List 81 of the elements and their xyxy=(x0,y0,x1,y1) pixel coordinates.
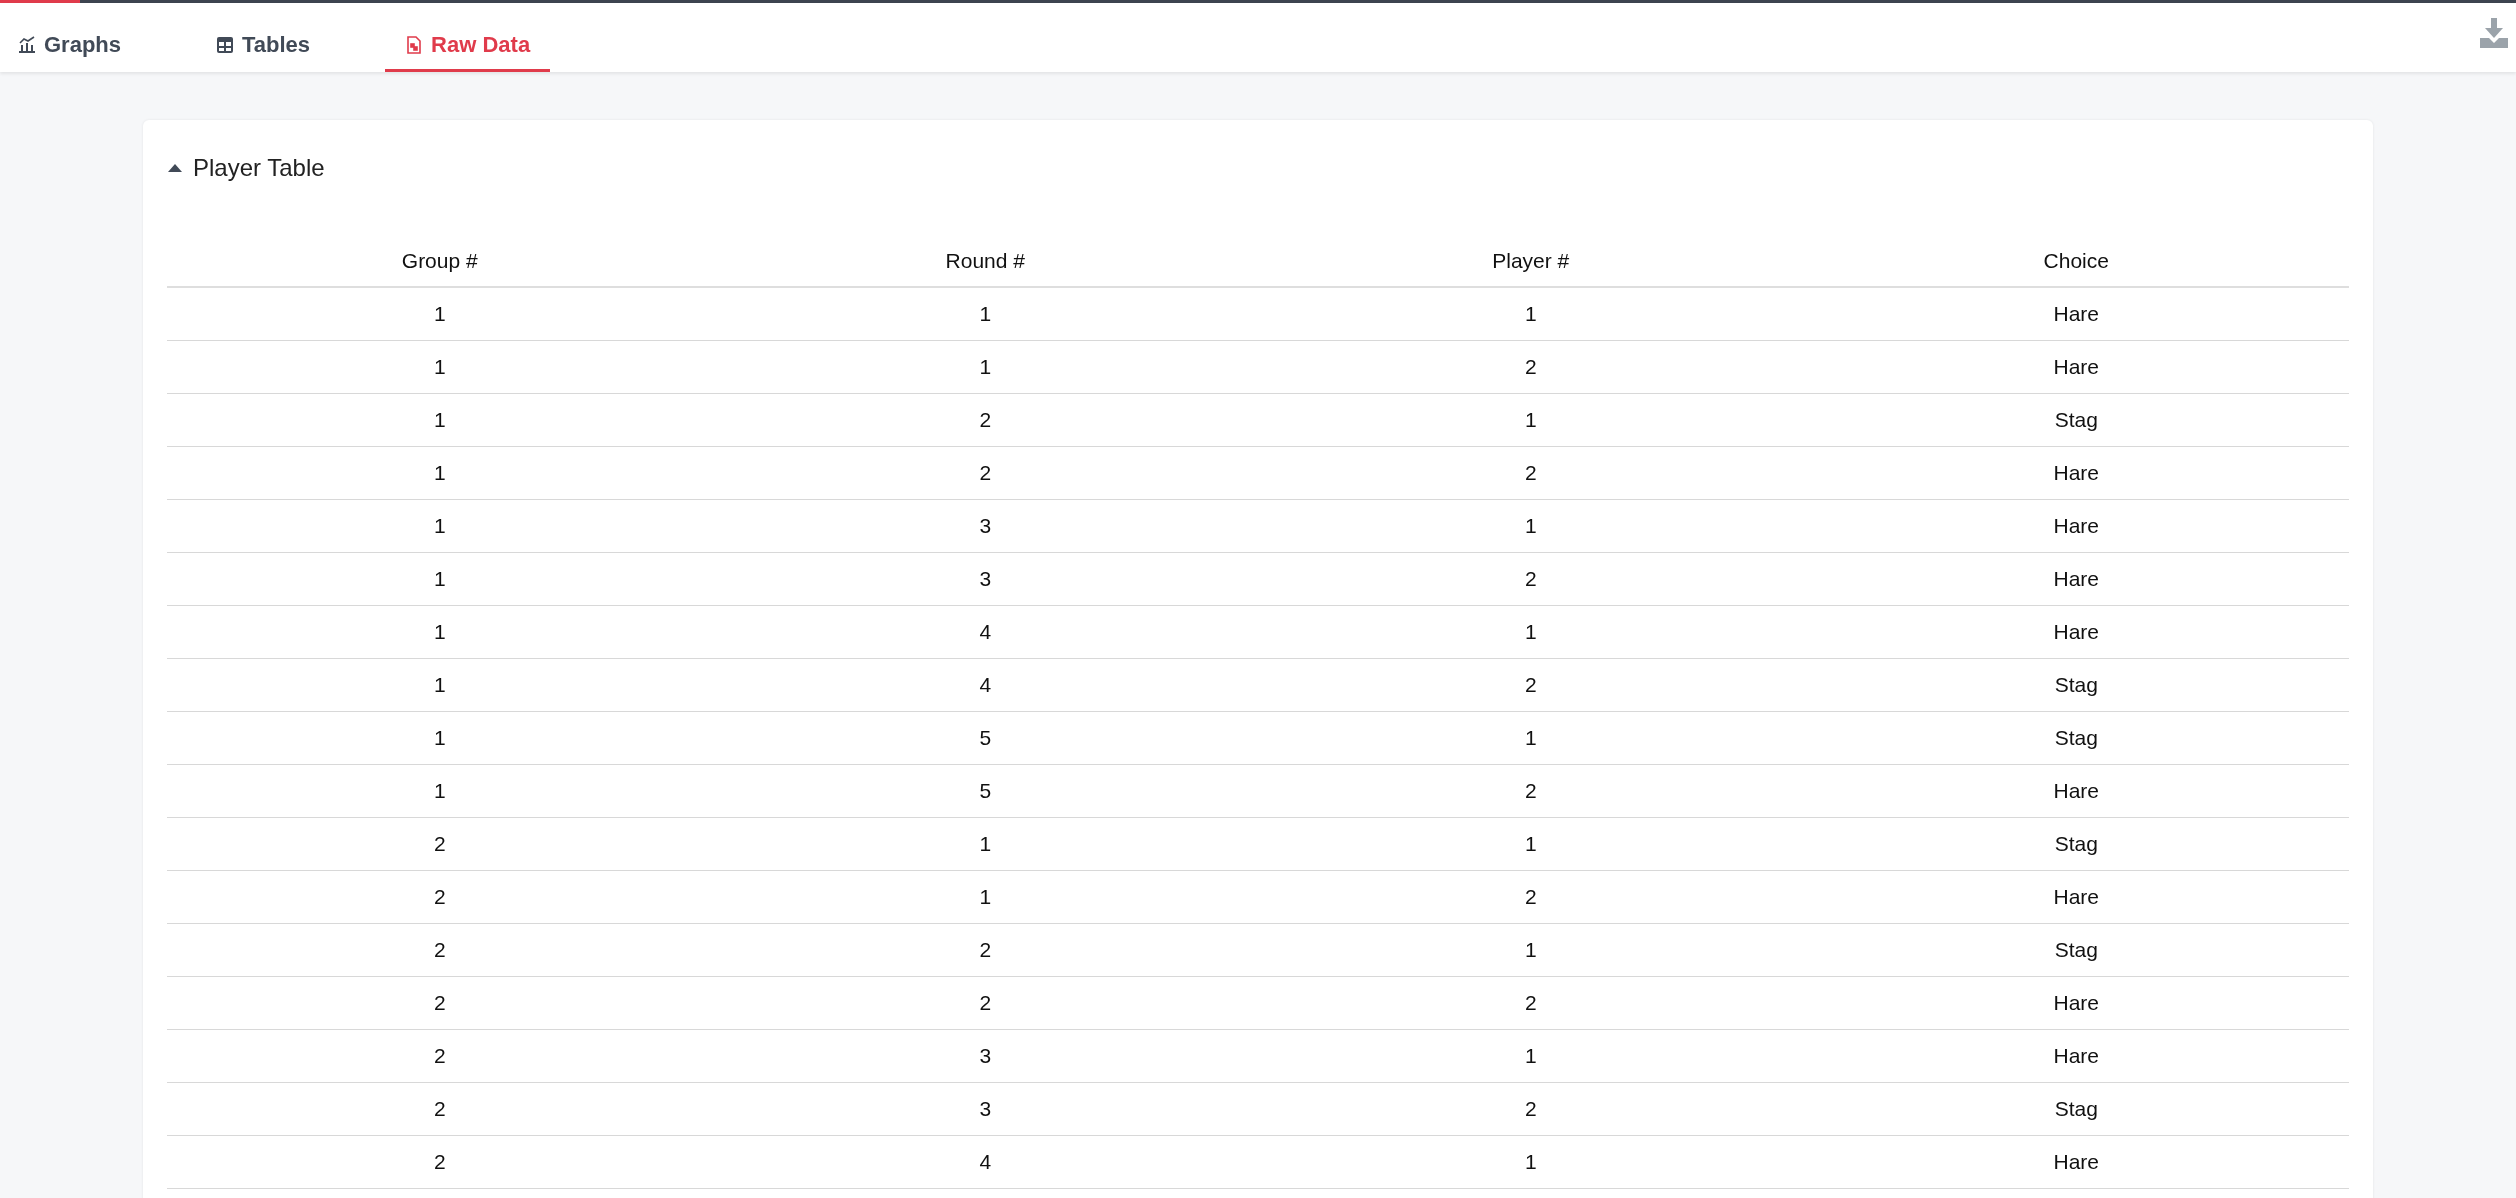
table-cell-text: Hare xyxy=(2052,301,2100,328)
table-cell-text: 2 xyxy=(978,407,993,434)
bar-chart-icon xyxy=(18,35,36,54)
table-cell-text: Hare xyxy=(2052,566,2100,593)
caret-icon xyxy=(167,163,183,173)
table-cell-text: 3 xyxy=(978,513,993,540)
table-cell-text: 2 xyxy=(432,1096,447,1123)
table-cell-text: 2 xyxy=(978,937,993,964)
table-cell-text: Hare xyxy=(2052,1149,2100,1176)
table-cell-text: 1 xyxy=(432,513,447,540)
table-cell-text: 2 xyxy=(432,831,447,858)
table-cell-text: 2 xyxy=(1523,884,1538,911)
column-header: Choice xyxy=(2042,248,2110,275)
table-cell-text: 2 xyxy=(978,460,993,487)
table-cell-text: 2 xyxy=(432,1149,447,1176)
table-cell-text: Hare xyxy=(2052,460,2100,487)
table-cell-text: Stag xyxy=(2053,937,2099,964)
table-cell-text: 2 xyxy=(1523,460,1538,487)
file-icon xyxy=(405,35,424,54)
table-cell-text: 4 xyxy=(978,672,993,699)
table-cell-text: 5 xyxy=(978,725,993,752)
table-cell-text: Stag xyxy=(2053,407,2099,434)
table-cell-text: Stag xyxy=(2053,1096,2099,1123)
table-cell-text: 1 xyxy=(432,354,447,381)
table-cell-text: Hare xyxy=(2052,354,2100,381)
table-cell-text: 1 xyxy=(432,778,447,805)
table-cell-text: Hare xyxy=(2052,1043,2100,1070)
table-cell-text: Hare xyxy=(2052,884,2100,911)
table-cell-text: 2 xyxy=(432,884,447,911)
table-cell-text: Hare xyxy=(2052,513,2100,540)
tab[interactable]: Graphs xyxy=(18,28,142,72)
table-cell-text: Stag xyxy=(2053,725,2099,752)
table-cell-text: 1 xyxy=(1523,1043,1538,1070)
table-cell-text: 2 xyxy=(1523,778,1538,805)
table-cell-text: 2 xyxy=(978,990,993,1017)
column-header: Player # xyxy=(1491,248,1571,275)
table-cell-text: 1 xyxy=(1523,301,1538,328)
table-cell-text: 1 xyxy=(432,301,447,328)
table-cell-text: Stag xyxy=(2053,831,2099,858)
download-icon[interactable] xyxy=(2480,17,2508,48)
table-cell-text: 1 xyxy=(978,884,993,911)
table-cell-text: 1 xyxy=(1523,513,1538,540)
table-cell-text: 1 xyxy=(1523,725,1538,752)
table-cell-text: 1 xyxy=(1523,407,1538,434)
table-cell-text: 3 xyxy=(978,1096,993,1123)
table-cell-text: 3 xyxy=(978,1043,993,1070)
table-cell-text: 4 xyxy=(978,1149,993,1176)
table-cell-text: 1 xyxy=(432,566,447,593)
table-cell-text: Stag xyxy=(2053,672,2099,699)
table-cell-text: 1 xyxy=(432,407,447,434)
table-cell-text: 2 xyxy=(432,937,447,964)
table-cell-text: 2 xyxy=(432,990,447,1017)
table-cell-text: 5 xyxy=(978,778,993,805)
table-cell-text: 2 xyxy=(1523,672,1538,699)
table-cell-text: 1 xyxy=(432,725,447,752)
table-cell-text: 1 xyxy=(1523,1149,1538,1176)
table-cell-text: 1 xyxy=(432,672,447,699)
table-cell-text: 1 xyxy=(432,619,447,646)
column-header: Group # xyxy=(400,248,479,275)
table-cell-text: Hare xyxy=(2052,778,2100,805)
table-cell-text: 1 xyxy=(432,460,447,487)
table-cell-text: 4 xyxy=(978,619,993,646)
table-cell-text: 1 xyxy=(1523,937,1538,964)
table-cell-text: Hare xyxy=(2052,990,2100,1017)
tab[interactable]: Tables xyxy=(196,28,331,72)
table-cell-text: 2 xyxy=(1523,566,1538,593)
column-header: Round # xyxy=(944,248,1026,275)
table-cell-text: 3 xyxy=(978,566,993,593)
table-cell-text: 2 xyxy=(1523,990,1538,1017)
table-cell-text: 2 xyxy=(1523,1096,1538,1123)
table-cell-text: 2 xyxy=(432,1043,447,1070)
table-cell-text: 1 xyxy=(1523,619,1538,646)
table-cell-text: Hare xyxy=(2052,619,2100,646)
table-cell-text: 1 xyxy=(1523,831,1538,858)
table-cell-text: 2 xyxy=(1523,354,1538,381)
table-cell-text: 1 xyxy=(978,354,993,381)
tab[interactable]: Raw Data xyxy=(385,28,551,72)
table-cell-text: 1 xyxy=(978,301,993,328)
panel-header[interactable]: Player Table xyxy=(167,150,325,186)
table-icon xyxy=(216,35,235,54)
table-cell-text: 1 xyxy=(978,831,993,858)
